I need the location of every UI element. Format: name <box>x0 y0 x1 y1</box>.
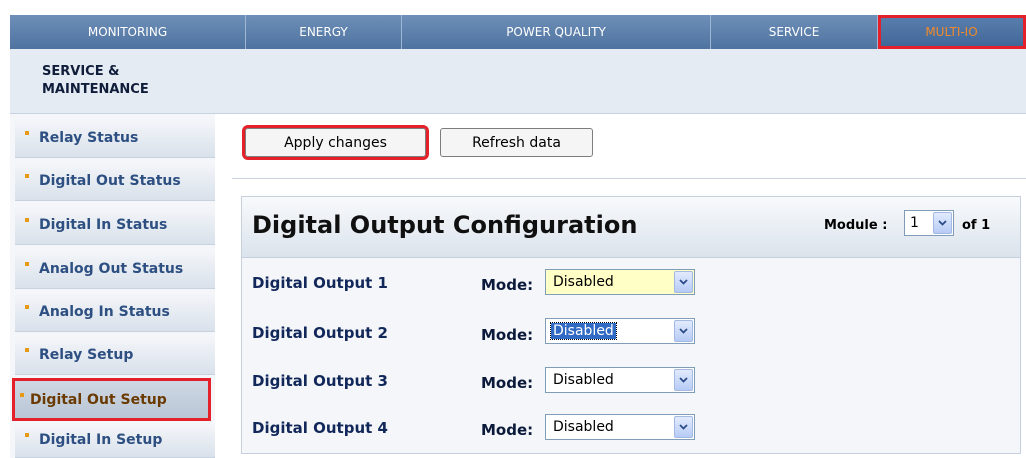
bullet-icon <box>25 433 29 437</box>
sidebar-item-digital-out-status[interactable]: Digital Out Status <box>15 161 215 201</box>
sidebar-item-digital-out-setup[interactable]: Digital Out Setup <box>12 378 211 421</box>
bullet-icon <box>25 261 29 266</box>
bullet-icon <box>25 217 29 222</box>
sidebar-item-digital-in-status[interactable]: Digital In Status <box>15 205 215 245</box>
mode-label: Mode: <box>481 374 534 392</box>
tab-power-quality[interactable]: POWER QUALITY <box>402 15 711 49</box>
panel-header: Digital Output Configuration Module : 1 … <box>242 197 1020 258</box>
sidebar: Relay Status Digital Out Status Digital … <box>10 114 215 458</box>
section-title: SERVICE & MAINTENANCE <box>42 64 149 97</box>
select-value: Disabled <box>553 274 614 290</box>
digital-output-1-label: Digital Output 1 <box>252 274 388 292</box>
tab-multi-io[interactable]: MULTI-IO <box>878 15 1026 49</box>
module-label: Module : <box>824 218 888 233</box>
select-value: Disabled <box>550 322 617 340</box>
select-value: Disabled <box>553 419 614 435</box>
sidebar-item-label: Analog Out Status <box>39 260 184 277</box>
sidebar-item-analog-out-status[interactable]: Analog Out Status <box>15 249 215 289</box>
bullet-icon <box>25 130 29 135</box>
bullet-icon <box>25 173 29 178</box>
sidebar-item-analog-in-status[interactable]: Analog In Status <box>15 292 215 332</box>
sidebar-item-label: Digital In Status <box>39 216 168 233</box>
digital-output-3-mode-select[interactable]: Disabled <box>545 367 695 393</box>
top-navigation: MONITORING ENERGY POWER QUALITY SERVICE … <box>10 15 1026 49</box>
refresh-data-button[interactable]: Refresh data <box>440 128 593 157</box>
digital-output-4-label: Digital Output 4 <box>252 419 388 437</box>
chevron-down-icon[interactable] <box>674 369 693 391</box>
digital-output-4-mode-select[interactable]: Disabled <box>545 414 695 440</box>
tab-service[interactable]: SERVICE <box>711 15 878 49</box>
sidebar-item-label: Analog In Status <box>39 303 170 320</box>
sidebar-item-label: Digital Out Status <box>39 172 181 189</box>
mode-label: Mode: <box>481 421 534 439</box>
panel-title: Digital Output Configuration <box>252 211 638 239</box>
sidebar-item-relay-status[interactable]: Relay Status <box>15 118 215 158</box>
mode-label: Mode: <box>481 276 534 294</box>
digital-output-2-label: Digital Output 2 <box>252 324 388 342</box>
divider <box>232 178 1026 179</box>
tab-monitoring[interactable]: MONITORING <box>10 15 246 49</box>
apply-changes-button[interactable]: Apply changes <box>242 125 429 160</box>
sidebar-item-label: Digital In Setup <box>39 432 163 448</box>
module-select-value: 1 <box>910 215 919 231</box>
chevron-down-icon[interactable] <box>933 212 952 234</box>
mode-label: Mode: <box>481 326 534 344</box>
digital-output-3-label: Digital Output 3 <box>252 372 388 390</box>
digital-output-2-mode-select[interactable]: Disabled <box>545 318 695 344</box>
section-header: SERVICE & MAINTENANCE <box>10 49 1026 114</box>
bullet-icon <box>25 304 29 309</box>
tab-energy[interactable]: ENERGY <box>246 15 402 49</box>
sidebar-item-digital-in-setup[interactable]: Digital In Setup <box>15 423 215 458</box>
sidebar-item-label: Digital Out Setup <box>30 391 167 408</box>
module-select[interactable]: 1 <box>904 210 954 236</box>
chevron-down-icon[interactable] <box>674 271 693 293</box>
digital-output-1-mode-select[interactable]: Disabled <box>545 269 695 295</box>
module-count-label: of 1 <box>962 218 991 233</box>
sidebar-item-relay-setup[interactable]: Relay Setup <box>15 335 215 375</box>
sidebar-item-label: Relay Status <box>39 129 139 146</box>
chevron-down-icon[interactable] <box>674 416 693 438</box>
bullet-icon <box>25 347 29 352</box>
bullet-icon <box>20 392 24 397</box>
chevron-down-icon[interactable] <box>674 320 693 342</box>
select-value: Disabled <box>553 372 614 388</box>
sidebar-item-label: Relay Setup <box>39 346 134 363</box>
